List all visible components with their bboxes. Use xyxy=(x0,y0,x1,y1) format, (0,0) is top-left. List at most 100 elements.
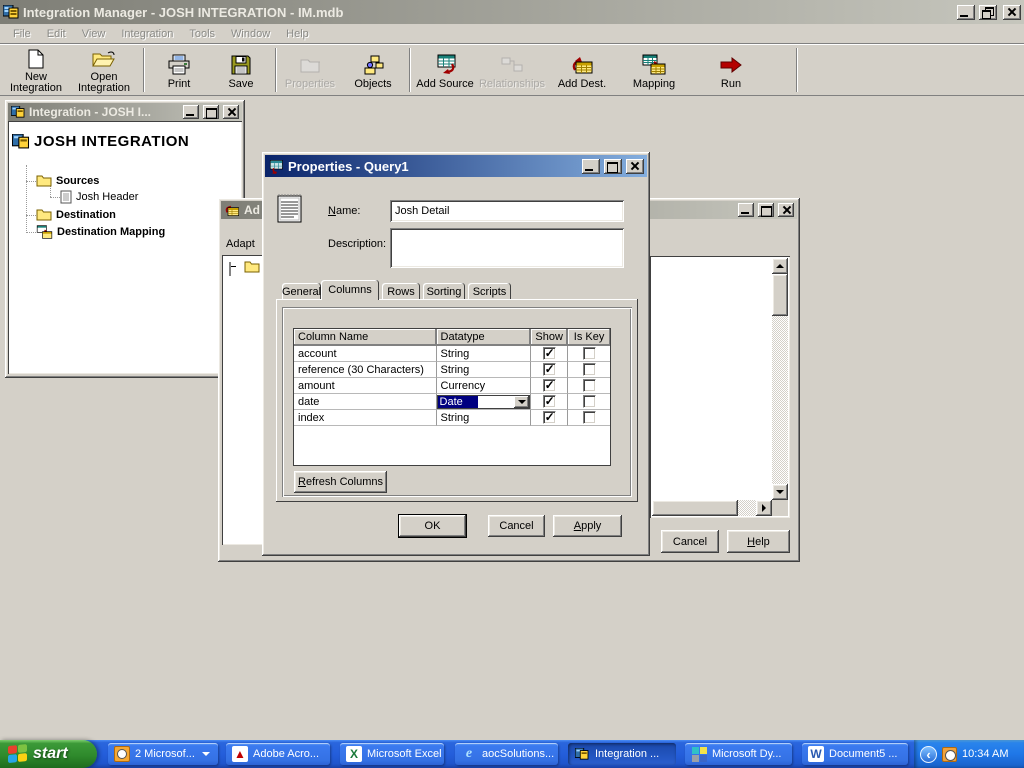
is-key-checkbox[interactable] xyxy=(583,395,596,408)
scrollbar-thumb[interactable] xyxy=(772,274,788,316)
refresh-columns-button[interactable]: Refresh Columns xyxy=(294,471,387,493)
scroll-right-button[interactable] xyxy=(756,500,772,516)
show-checkbox[interactable] xyxy=(543,347,556,360)
cancel-button[interactable]: Cancel xyxy=(488,515,545,537)
new-integration-button[interactable]: New Integration xyxy=(4,46,68,94)
menu-file[interactable]: File xyxy=(5,26,39,42)
cell-column-name[interactable]: amount xyxy=(294,378,437,394)
adapter-cancel-label: Cancel xyxy=(673,536,707,548)
tray-clock-icon[interactable] xyxy=(942,747,957,762)
cell-column-name[interactable]: index xyxy=(294,410,437,426)
cell-column-name[interactable]: date xyxy=(294,394,437,410)
tab-rows[interactable]: Rows xyxy=(382,283,420,300)
taskbar-button-aocsolutions[interactable]: e aocSolutions... xyxy=(455,743,558,765)
taskbar-button-excel[interactable]: X Microsoft Excel xyxy=(340,743,444,765)
restore-button[interactable] xyxy=(979,5,997,20)
start-label: start xyxy=(33,745,68,763)
tab-columns[interactable]: Columns xyxy=(321,280,379,300)
run-button[interactable]: Run xyxy=(702,46,760,94)
dialog-close-button[interactable] xyxy=(626,159,644,174)
taskbar-button-microsoft-group[interactable]: 2 Microsof... xyxy=(108,743,218,765)
menu-integration[interactable]: Integration xyxy=(113,26,181,42)
tray-chevron-icon[interactable]: ‹ xyxy=(920,746,937,763)
cell-datatype[interactable]: String xyxy=(437,362,532,378)
menu-tools[interactable]: Tools xyxy=(181,26,223,42)
adapter-close-button[interactable] xyxy=(778,203,794,217)
is-key-checkbox[interactable] xyxy=(583,363,596,376)
table-row[interactable]: account String xyxy=(294,346,610,362)
scroll-down-button[interactable] xyxy=(772,484,788,500)
tree-expand-box[interactable] xyxy=(229,262,231,276)
cell-datatype[interactable]: String xyxy=(437,346,532,362)
taskbar-button-dynamics[interactable]: Microsoft Dy... xyxy=(685,743,792,765)
tree-view: JOSH INTEGRATION Sources Josh Header Des… xyxy=(8,121,242,374)
table-row-editing[interactable]: date Date xyxy=(294,394,610,410)
ok-button[interactable]: OK xyxy=(399,515,466,537)
menu-edit[interactable]: Edit xyxy=(39,26,74,42)
save-button[interactable]: Save xyxy=(210,46,272,94)
name-input[interactable] xyxy=(390,200,624,222)
menu-view[interactable]: View xyxy=(74,26,114,42)
header-column-name[interactable]: Column Name xyxy=(294,329,437,346)
show-checkbox[interactable] xyxy=(543,395,556,408)
open-integration-button[interactable]: Open Integration xyxy=(68,46,140,94)
tab-sorting[interactable]: Sorting xyxy=(423,283,465,300)
scrollbar-thumb[interactable] xyxy=(652,500,738,516)
add-dest-button[interactable]: Add Dest. xyxy=(552,46,612,94)
taskbar-button-integration[interactable]: Integration ... xyxy=(568,743,676,765)
add-source-button[interactable]: Add Source xyxy=(414,46,476,94)
main-title-bar: Integration Manager - JOSH INTEGRATION -… xyxy=(0,0,1024,24)
objects-button[interactable]: Objects xyxy=(340,46,406,94)
close-button[interactable] xyxy=(1003,5,1021,20)
minimize-button[interactable] xyxy=(957,5,975,20)
tree-item-destination-mapping[interactable]: Destination Mapping xyxy=(36,225,165,239)
header-datatype[interactable]: Datatype xyxy=(437,329,532,346)
scroll-up-button[interactable] xyxy=(772,258,788,274)
cell-column-name[interactable]: reference (30 Characters) xyxy=(294,362,437,378)
tree-minimize-button[interactable] xyxy=(183,105,199,119)
start-button[interactable]: start xyxy=(0,740,97,768)
mapping-button[interactable]: Mapping xyxy=(622,46,686,94)
tab-scripts[interactable]: Scripts xyxy=(468,283,511,300)
adapter-help-button[interactable]: Help xyxy=(727,530,790,553)
dialog-minimize-button[interactable] xyxy=(582,159,600,174)
show-checkbox[interactable] xyxy=(543,379,556,392)
tree-item-josh-header[interactable]: Josh Header xyxy=(60,190,138,204)
combobox-dropdown-button[interactable] xyxy=(514,396,529,408)
tree-item-destination[interactable]: Destination xyxy=(36,208,116,221)
adapter-minimize-button[interactable] xyxy=(738,203,754,217)
table-row[interactable]: amount Currency xyxy=(294,378,610,394)
horizontal-scrollbar[interactable] xyxy=(652,500,772,516)
is-key-checkbox[interactable] xyxy=(583,411,596,424)
tab-general[interactable]: General xyxy=(282,283,321,300)
dialog-maximize-button[interactable] xyxy=(604,159,622,174)
header-is-key[interactable]: Is Key xyxy=(568,329,610,346)
table-row[interactable]: index String xyxy=(294,410,610,426)
menu-window[interactable]: Window xyxy=(223,26,278,42)
tree-root-item[interactable]: JOSH INTEGRATION xyxy=(12,133,189,150)
menu-help[interactable]: Help xyxy=(278,26,317,42)
adapter-maximize-button[interactable] xyxy=(758,203,774,217)
table-row[interactable]: reference (30 Characters) String xyxy=(294,362,610,378)
document-icon xyxy=(60,190,72,204)
header-show[interactable]: Show xyxy=(531,329,568,346)
apply-button[interactable]: Apply xyxy=(553,515,622,537)
tree-close-button[interactable] xyxy=(223,105,239,119)
datatype-combobox[interactable]: Date xyxy=(437,395,531,409)
tree-maximize-button[interactable] xyxy=(203,105,219,119)
description-field[interactable] xyxy=(390,228,624,268)
show-checkbox[interactable] xyxy=(543,363,556,376)
cell-datatype[interactable]: String xyxy=(437,410,532,426)
show-checkbox[interactable] xyxy=(543,411,556,424)
tree-item-sources[interactable]: Sources xyxy=(36,174,99,187)
cell-column-name[interactable]: account xyxy=(294,346,437,362)
adapter-cancel-button[interactable]: Cancel xyxy=(661,530,719,553)
print-button[interactable]: Print xyxy=(148,46,210,94)
list-content[interactable] xyxy=(652,258,772,500)
taskbar-button-adobe[interactable]: ▲ Adobe Acro... xyxy=(226,743,330,765)
taskbar-button-document5[interactable]: W Document5 ... xyxy=(802,743,908,765)
is-key-checkbox[interactable] xyxy=(583,379,596,392)
vertical-scrollbar[interactable] xyxy=(772,258,788,500)
cell-datatype[interactable]: Currency xyxy=(437,378,532,394)
is-key-checkbox[interactable] xyxy=(583,347,596,360)
